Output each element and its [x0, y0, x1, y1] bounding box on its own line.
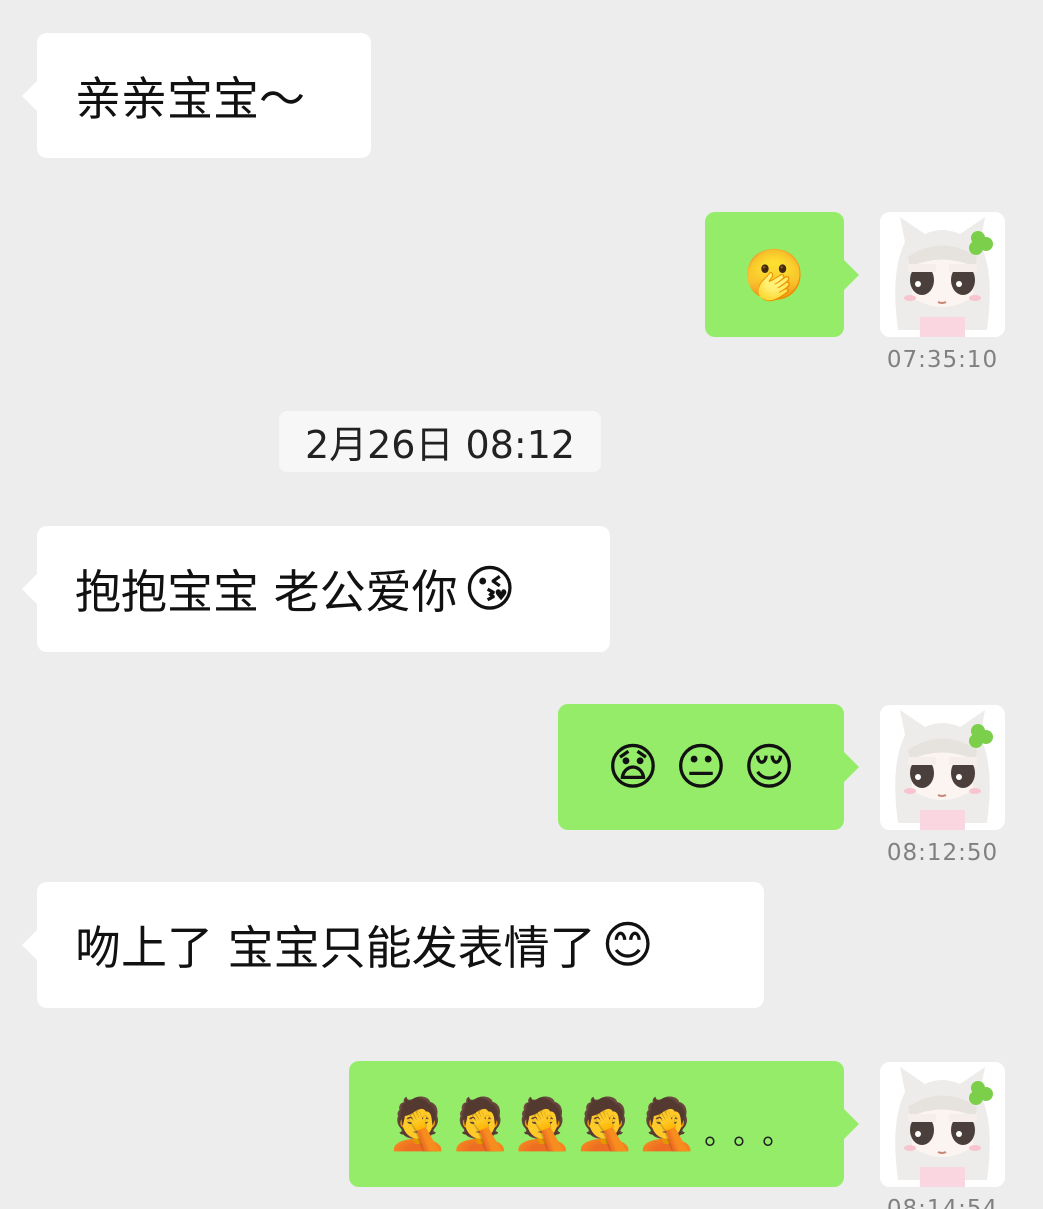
anime-girl-avatar-icon: [880, 1062, 1005, 1187]
anime-girl-avatar-icon: [880, 705, 1005, 830]
outgoing-message-bubble[interactable]: 🤦🤦🤦🤦🤦 。。。: [349, 1061, 859, 1187]
message-text: 抱抱宝宝 老公爱你: [75, 565, 458, 619]
message-timestamp: 07:35:10: [886, 347, 999, 373]
message-text: 。。。: [704, 1117, 807, 1152]
emoji: 🤦🤦🤦🤦🤦: [386, 1095, 699, 1153]
avatar[interactable]: [880, 705, 1005, 830]
message-text: 亲亲宝宝～: [75, 71, 305, 126]
message-timestamp: 08:14:54: [886, 1196, 999, 1209]
chat-window[interactable]: 亲亲宝宝～ 🫢 07:35:10 2月26日 08:12 抱抱宝宝 老公爱你 😘…: [0, 0, 1043, 1209]
emoji: 🫢: [743, 245, 806, 304]
incoming-message-bubble[interactable]: 亲亲宝宝～: [22, 33, 371, 158]
incoming-message-bubble[interactable]: 抱抱宝宝 老公爱你 😘: [22, 526, 610, 652]
avatar[interactable]: [880, 212, 1005, 337]
emoji: 😘: [463, 560, 516, 618]
date-separator: 2月26日 08:12: [279, 411, 601, 472]
message-timestamp: 08:12:50: [886, 840, 999, 866]
outgoing-message-bubble[interactable]: 😧 😐 😌: [558, 704, 859, 830]
incoming-message-bubble[interactable]: 吻上了 宝宝只能发表情了 😊: [22, 882, 764, 1008]
emoji: 😧 😐 😌: [606, 738, 796, 796]
emoji: 😊: [601, 916, 654, 974]
anime-girl-avatar-icon: [880, 212, 1005, 337]
outgoing-message-bubble[interactable]: 🫢: [705, 212, 859, 337]
message-text: 吻上了 宝宝只能发表情了: [75, 921, 596, 975]
avatar[interactable]: [880, 1062, 1005, 1187]
